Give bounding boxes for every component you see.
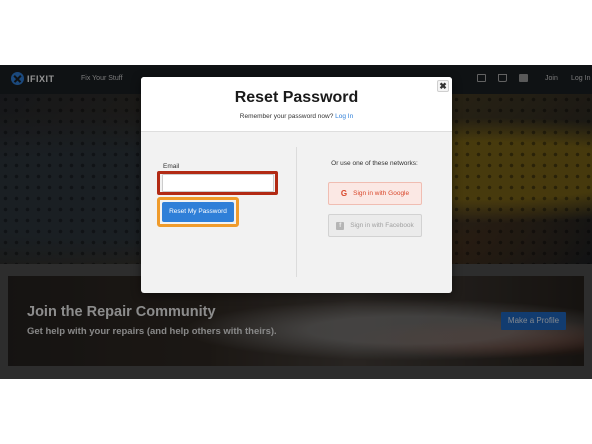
facebook-f-icon: f	[336, 221, 345, 230]
dialog-title: Reset Password	[234, 89, 359, 106]
screenshot-stage: IFIXIT Fix Your Stuff Join Log In Join t…	[0, 0, 592, 444]
reset-password-button[interactable]: Reset My Password	[162, 202, 234, 222]
dialog-header: Reset Password Remember your password no…	[141, 77, 452, 132]
google-sign-in-button[interactable]: G Sign in with Google	[328, 182, 422, 205]
facebook-button-label: Sign in with Facebook	[350, 222, 414, 229]
networks-label: Or use one of these networks:	[331, 160, 418, 167]
google-g-icon: G	[340, 189, 348, 198]
close-icon[interactable]: ✖	[437, 80, 449, 92]
subtitle-text: Remember your password now?	[239, 113, 334, 120]
email-field[interactable]	[162, 174, 274, 192]
google-button-label: Sign in with Google	[353, 190, 410, 197]
email-label: Email	[163, 163, 180, 170]
dialog-subtitle: Remember your password now? Log In	[141, 113, 452, 120]
log-in-link[interactable]: Log In	[335, 113, 353, 120]
reset-password-dialog: Reset Password Remember your password no…	[141, 77, 452, 293]
facebook-sign-in-button[interactable]: f Sign in with Facebook	[328, 214, 422, 237]
